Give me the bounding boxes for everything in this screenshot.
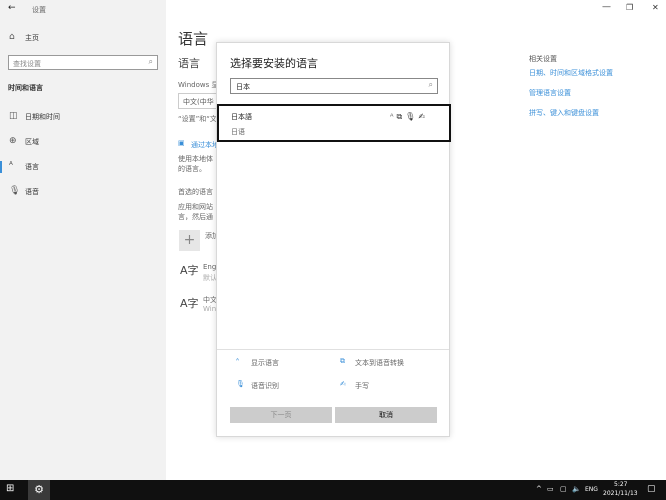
globe-icon: ⊕ [9,136,17,146]
legend-handwriting: 手写 [355,381,369,391]
display-language-label: Windows 显 [178,80,218,90]
preferred-heading: 首选的语言 [178,187,213,197]
restore-button[interactable]: ❐ [626,3,633,12]
language-result-item[interactable]: 日本語 日语 ᴬ⧉🎙✍ [217,104,451,142]
volume-muted-icon[interactable]: 🔈 [572,485,581,493]
legend-text-to-speech: 文本到语音转换 [355,358,404,368]
add-language-button[interactable]: + [179,230,200,251]
back-button[interactable]: ← [8,3,16,13]
desc-text: 使用本地体 [178,154,213,164]
page-title: 语言 [178,28,208,49]
desc-text: 的语言。 [178,164,206,174]
home-icon: ⌂ [9,32,15,42]
language-status: Win [203,305,216,313]
search-input[interactable]: 查找设置⌕ [8,55,158,70]
network-icon[interactable]: ▢ [560,485,567,493]
input-language[interactable]: ENG [585,486,598,493]
clock-calendar-icon: ◫ [9,111,18,121]
text-to-speech-icon: ⧉ [340,357,345,366]
handwriting-icon: ✍ [340,380,346,388]
dialog-title: 选择要安装的语言 [230,55,318,71]
language-icon: ᴬ [9,161,13,171]
gear-icon: ⚙ [34,483,44,496]
search-icon: ⌕ [149,57,153,67]
divider [217,349,449,350]
legend-speech-recognition: 语音识别 [251,381,279,391]
microphone-icon: 🎙 [9,186,20,196]
next-button[interactable]: 下一页 [230,407,332,423]
close-button[interactable]: ✕ [652,3,659,12]
related-link-spelling-keyboard[interactable]: 拼写、键入和键盘设置 [529,108,599,118]
section-title: 时间和语言 [8,83,43,93]
store-icon: ▣ [178,139,185,147]
related-settings-heading: 相关设置 [529,54,557,64]
speech-recognition-icon: 🎙 [405,112,418,121]
sidebar: ← 设置 ⌂主页 查找设置⌕ 时间和语言 ◫日期和时间 ⊕区域 ᴬ语言 🎙语音 [0,0,166,480]
selection-indicator [0,161,2,173]
tray-chevron-icon[interactable]: ^ [536,485,542,493]
language-font-icon: A字 [180,262,199,278]
display-language-icon: ᴬ [236,357,239,365]
language-search-input[interactable]: 日本 ⌕ [230,78,438,94]
related-link-manage-language[interactable]: 管理语言设置 [529,88,571,98]
sidebar-item-date-time[interactable]: ◫日期和时间 [0,107,166,127]
clock-time[interactable]: 5:27 [614,481,627,488]
install-language-dialog: 选择要安装的语言 日本 ⌕ 日本語 日语 ᴬ⧉🎙✍ ᴬ 显示语言 ⧉ 文本到语音… [216,42,450,437]
search-value: 日本 [236,82,250,92]
search-icon: ⌕ [429,80,433,90]
local-experience-link[interactable]: 通过本地 [191,140,219,150]
desc-text: 言，然后通 [178,212,213,222]
sidebar-item-region[interactable]: ⊕区域 [0,132,166,152]
window-title: 设置 [32,5,46,15]
windows-start-icon[interactable]: ⊞ [6,483,14,494]
language-native-name: 日本語 [231,112,252,122]
speech-recognition-icon: 🎙 [236,380,245,388]
notification-icon[interactable]: ▢ [647,484,656,494]
globe-language-icon: A字 [180,295,199,311]
handwriting-icon: ✍ [418,112,428,121]
language-name[interactable]: 中文 [203,295,217,305]
settings-taskbar-button[interactable]: ⚙ [28,480,50,500]
section-heading: 语言 [178,55,200,71]
select-value: 中文(中华 [183,98,214,106]
taskbar: ⊞ ⚙ ^ ▭ ▢ 🔈 ENG 5:27 2021/11/13 ▢ [0,480,666,500]
feature-icons: ᴬ⧉🎙✍ [390,112,428,122]
text-to-speech-icon: ⧉ [396,112,405,121]
clock-date[interactable]: 2021/11/13 [603,490,638,497]
legend-display-language: 显示语言 [251,358,279,368]
sidebar-item-speech[interactable]: 🎙语音 [0,182,166,202]
desc-text: 应用和网站 [178,202,213,212]
cancel-button[interactable]: 取消 [335,407,437,423]
note-text: “设置”和“文 [178,114,217,124]
language-localized-name: 日语 [231,127,245,137]
minimize-button[interactable]: — [602,2,611,12]
language-status: 默认 [203,273,217,283]
related-link-date-region[interactable]: 日期、时间和区域格式设置 [529,68,613,78]
sidebar-item-home[interactable]: ⌂主页 [0,28,166,48]
battery-icon[interactable]: ▭ [547,485,554,493]
sidebar-item-language[interactable]: ᴬ语言 [0,157,166,177]
